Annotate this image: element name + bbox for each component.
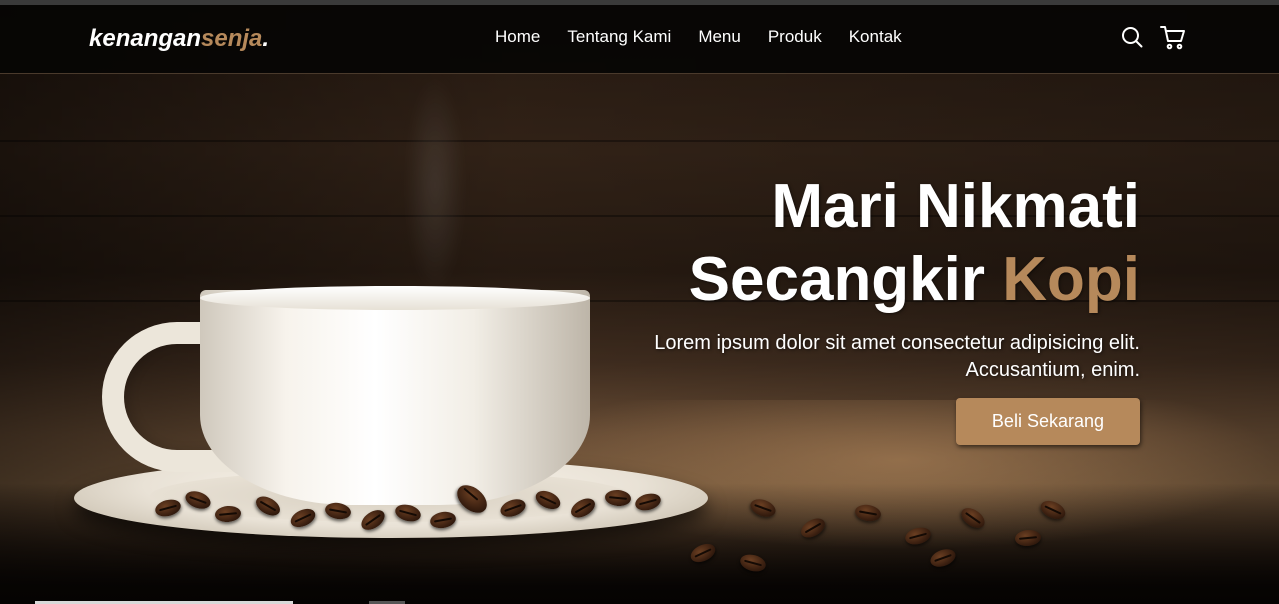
coffee-bean-image: [738, 551, 768, 575]
nav-link-kontak[interactable]: Kontak: [849, 27, 902, 47]
hero-title-line1: Mari Nikmati: [771, 172, 1140, 241]
brand-name-accent: senja: [201, 25, 263, 52]
buy-now-button[interactable]: Beli Sekarang: [955, 398, 1140, 445]
nav-icons: [1120, 25, 1186, 51]
brand-logo[interactable]: kenangansenja.: [89, 25, 269, 53]
wood-plank-line: [0, 140, 1279, 142]
shopping-cart-icon[interactable]: [1160, 25, 1186, 51]
brand-name-dot: .: [262, 25, 270, 52]
steam-image: [405, 70, 465, 300]
cup-rim-image: [200, 286, 590, 310]
hero-title: Mari Nikmati Secangkir Kopi: [580, 170, 1140, 316]
hero-title-accent: Kopi: [1002, 245, 1140, 314]
nav-link-tentang-kami[interactable]: Tentang Kami: [567, 27, 671, 47]
search-icon[interactable]: [1120, 25, 1146, 51]
coffee-cup-image: [200, 290, 590, 505]
nav-link-menu[interactable]: Menu: [698, 27, 741, 47]
hero-title-line2: Secangkir: [688, 245, 1003, 314]
brand-name-main: kenangan: [89, 25, 202, 52]
nav-link-produk[interactable]: Produk: [768, 27, 822, 47]
hero-description: Lorem ipsum dolor sit amet consectetur a…: [654, 332, 1140, 381]
navbar: kenangansenja. Home Tentang Kami Menu Pr…: [0, 5, 1279, 74]
nav-link-home[interactable]: Home: [495, 27, 540, 47]
hero-content: Mari Nikmati Secangkir Kopi Lorem ipsum …: [580, 170, 1140, 445]
nav-links: Home Tentang Kami Menu Produk Kontak: [495, 27, 929, 47]
